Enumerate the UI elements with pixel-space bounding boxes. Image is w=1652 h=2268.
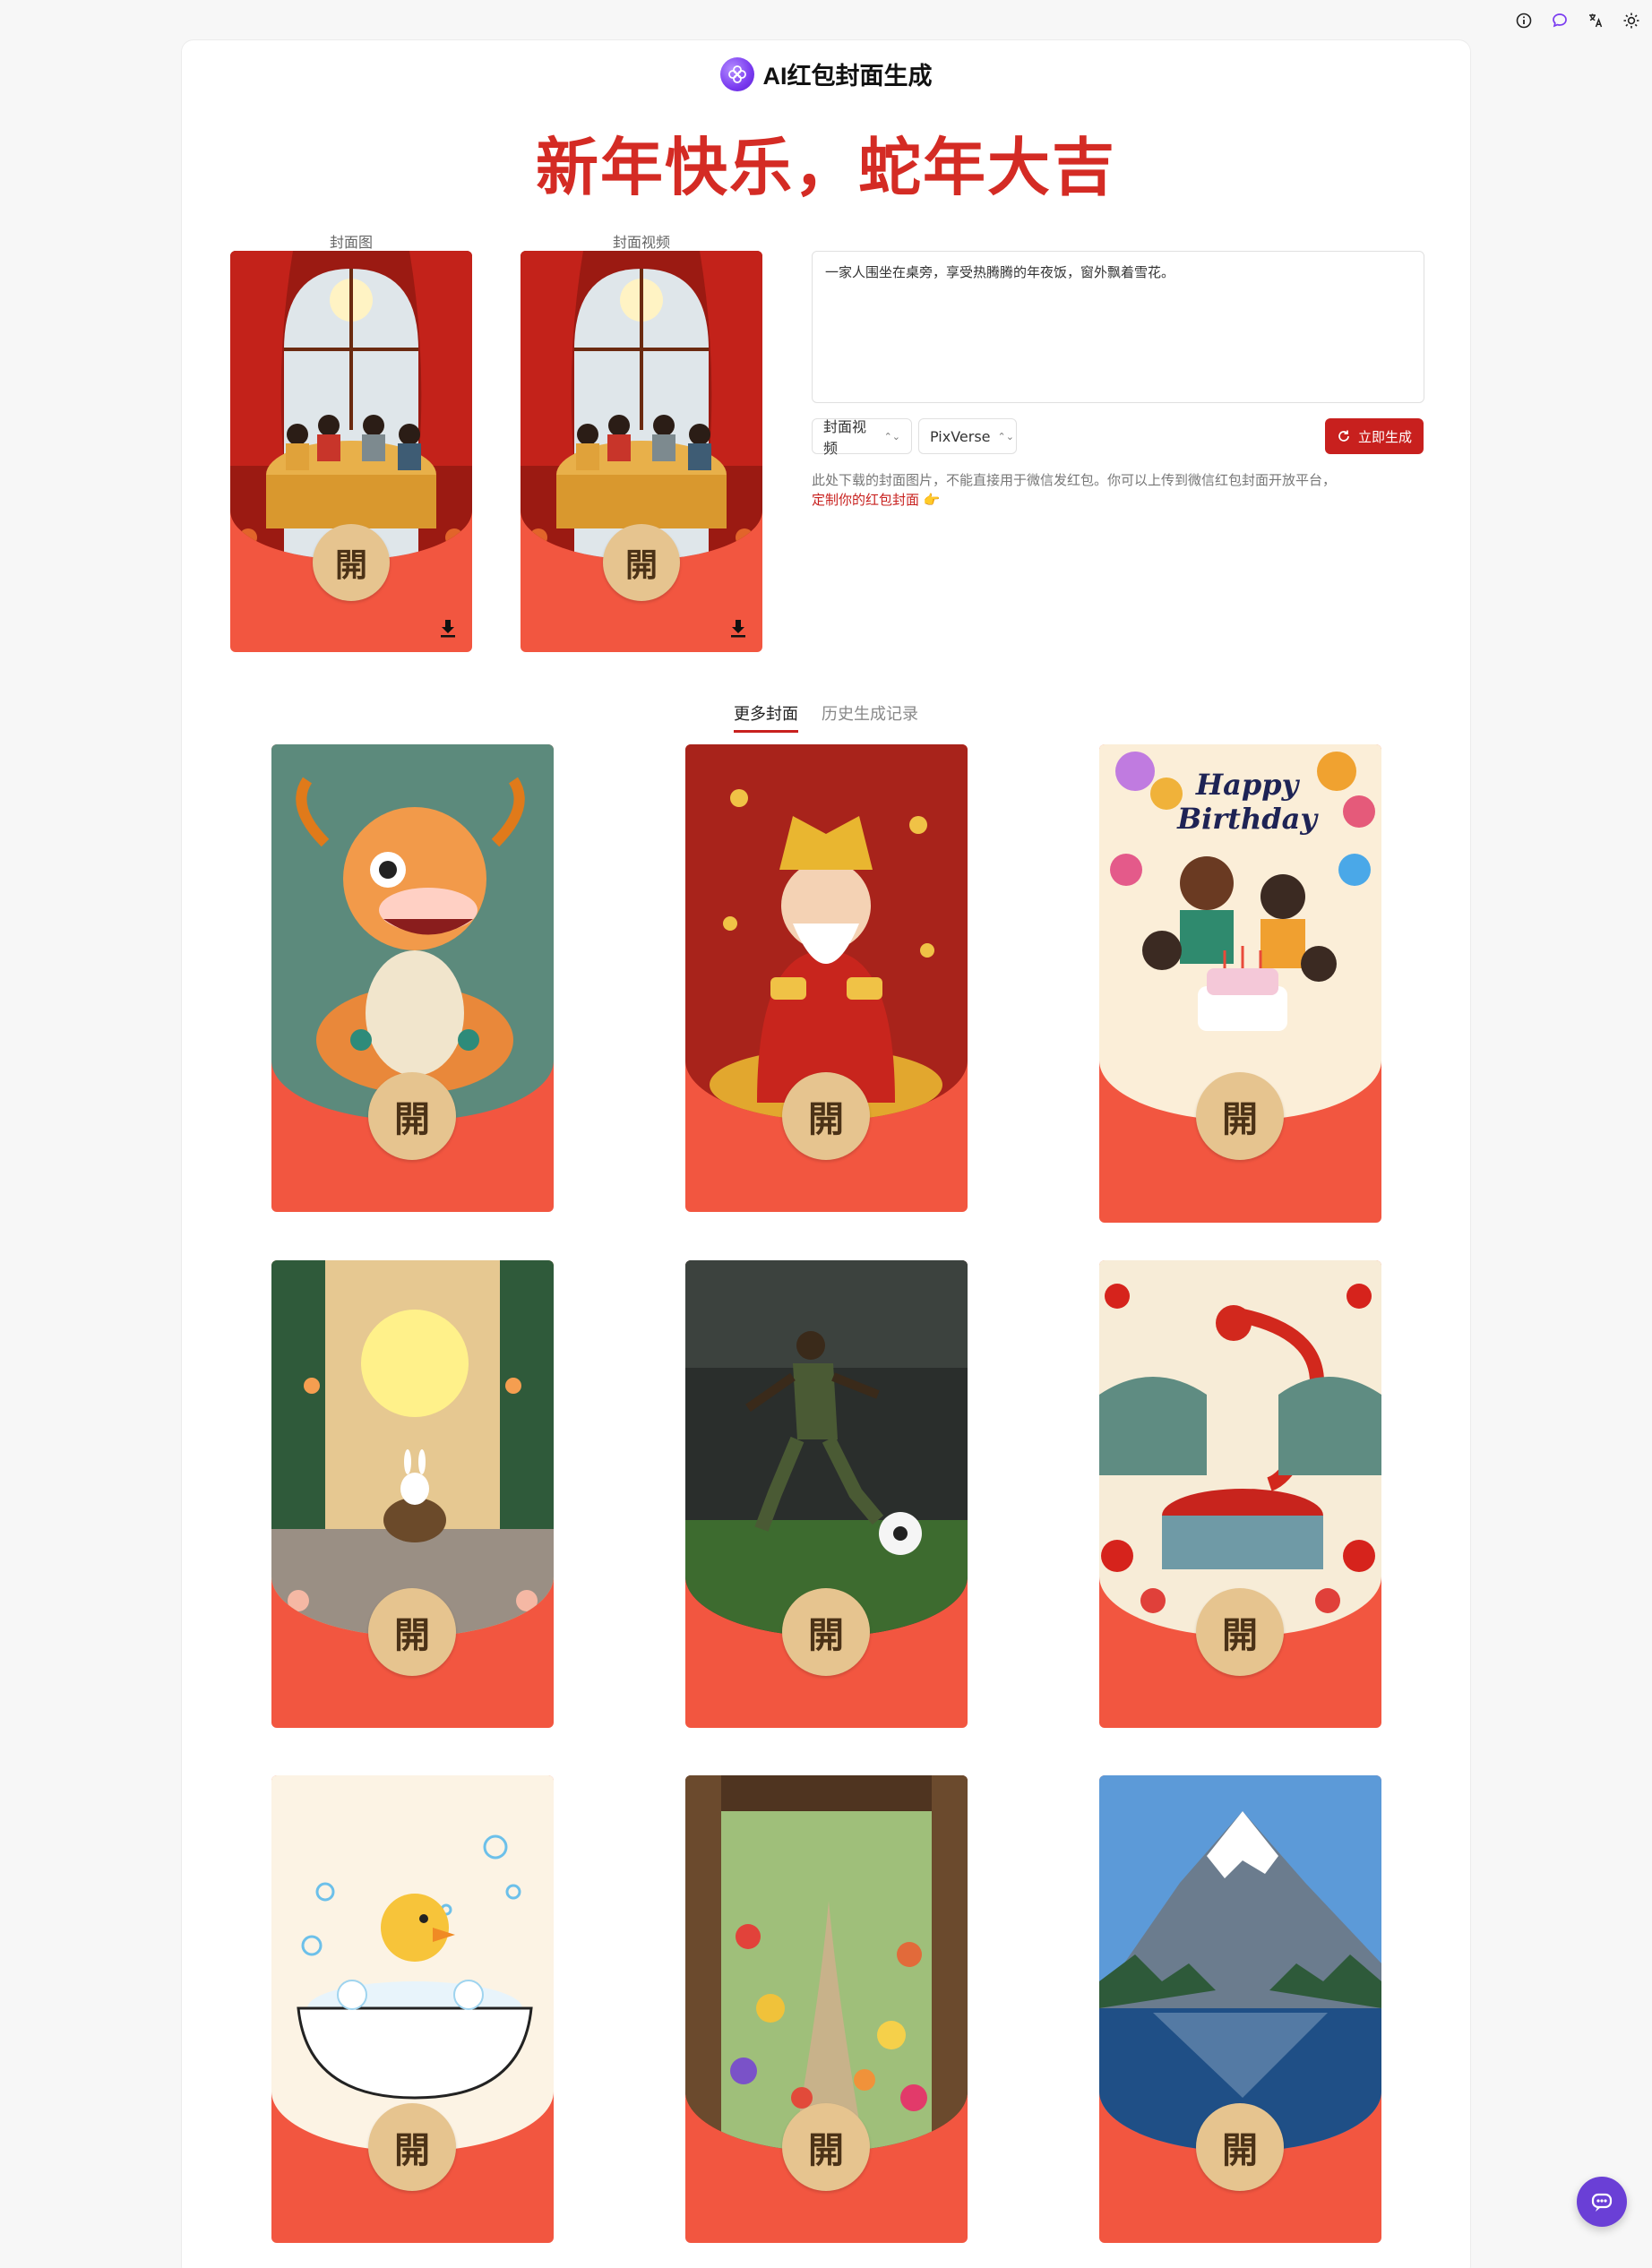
brand-title: AI红包封面生成	[762, 63, 933, 90]
model-select[interactable]: PixVerse ⌃⌄	[918, 418, 1017, 454]
scene-god-of-wealth	[685, 744, 968, 1121]
brand-logo-icon	[719, 56, 754, 91]
preview-cover-image[interactable]: 開	[230, 251, 472, 652]
customize-cover-link[interactable]: 定制你的红包封面	[812, 492, 919, 508]
type-select-value: 封面视频	[823, 418, 867, 457]
gallery-card-duckling[interactable]: 開	[271, 1775, 554, 2243]
chat-assistant-button[interactable]	[1577, 2177, 1627, 2227]
scene-paper-dragon-feast	[1099, 1260, 1381, 1637]
brand-header: AI红包封面生成	[182, 56, 1470, 91]
download-icon[interactable]	[727, 616, 750, 640]
pointing-hand-icon: 👉	[923, 492, 941, 508]
scene-cartoon-dragon	[271, 744, 554, 1121]
open-button-icon: 開	[782, 2103, 870, 2191]
translate-icon[interactable]	[1586, 11, 1605, 30]
scene-garden-door	[685, 1775, 968, 2152]
gallery-card-garden[interactable]: 開	[685, 1775, 968, 2243]
preview-label-video: 封面视频	[612, 234, 670, 251]
open-button-icon: 開	[368, 1072, 456, 1160]
theme-sun-icon[interactable]	[1622, 11, 1641, 30]
top-utility-bar	[1514, 11, 1641, 30]
birthday-caption: Happy Birthday	[1177, 768, 1317, 836]
gallery-card-soccer[interactable]: 開	[685, 1260, 968, 1728]
cover-scene-family-dinner-video	[521, 251, 762, 560]
model-select-value: PixVerse	[930, 427, 991, 445]
gallery-tabs: 更多封面 历史生成记录	[182, 701, 1470, 733]
tab-more-covers[interactable]: 更多封面	[734, 701, 798, 733]
open-button-icon: 開	[1196, 1072, 1284, 1160]
tab-history[interactable]: 历史生成记录	[822, 701, 918, 733]
scene-duckling-bath	[271, 1775, 554, 2152]
open-button-icon: 開	[782, 1072, 870, 1160]
cover-scene-family-dinner	[230, 251, 472, 560]
usage-note: 此处下载的封面图片，不能直接用于微信发红包。你可以上传到微信红包封面开放平台， …	[812, 470, 1439, 510]
prompt-textarea[interactable]: 一家人围坐在桌旁，享受热腾腾的年夜饭，窗外飘着雪花。	[812, 251, 1424, 403]
open-button-icon: 開	[368, 2103, 456, 2191]
open-button-icon: 開	[1196, 1588, 1284, 1676]
preview-cover-video[interactable]: 開	[521, 251, 762, 652]
generate-button[interactable]: 立即生成	[1325, 418, 1424, 454]
main-card: AI红包封面生成 新年快乐，蛇年大吉 封面图 開 封面视频 開 一家人围坐在桌旁…	[181, 39, 1471, 2268]
preview-label-image: 封面图	[329, 234, 373, 251]
scene-soccer-player	[685, 1260, 968, 1637]
info-icon[interactable]	[1514, 11, 1534, 30]
scene-moon-rabbit	[271, 1260, 554, 1637]
type-select[interactable]: 封面视频 ⌃⌄	[812, 418, 912, 457]
chat-icon	[1591, 2193, 1613, 2212]
refresh-icon	[1338, 430, 1349, 442]
usage-note-text: 此处下载的封面图片，不能直接用于微信发红包。你可以上传到微信红包封面开放平台，	[812, 472, 1337, 488]
chevron-updown-icon: ⌃⌄	[883, 430, 900, 442]
gallery-card-wealth-god[interactable]: 開	[685, 744, 968, 1212]
chevron-updown-icon: ⌃⌄	[997, 430, 1014, 442]
open-button-icon: 開	[368, 1588, 456, 1676]
chat-bubble-icon[interactable]	[1550, 11, 1570, 30]
gallery-card-dragon[interactable]: 開	[271, 744, 554, 1212]
open-button-icon: 開	[1196, 2103, 1284, 2191]
open-button-icon: 開	[313, 524, 390, 601]
gallery-card-birthday[interactable]: Happy Birthday 開	[1099, 744, 1381, 1223]
page-headline: 新年快乐，蛇年大吉	[536, 131, 1116, 204]
scene-snow-mountain-lake	[1099, 1775, 1381, 2152]
download-icon[interactable]	[436, 616, 460, 640]
open-button-icon: 開	[603, 524, 680, 601]
open-button-icon: 開	[782, 1588, 870, 1676]
scene-happy-birthday: Happy Birthday	[1099, 744, 1381, 1121]
gallery-card-paper-dragon[interactable]: 開	[1099, 1260, 1381, 1728]
gallery-card-moon-rabbit[interactable]: 開	[271, 1260, 554, 1728]
gallery-card-mountain[interactable]: 開	[1099, 1775, 1381, 2243]
generate-button-label: 立即生成	[1357, 428, 1412, 445]
